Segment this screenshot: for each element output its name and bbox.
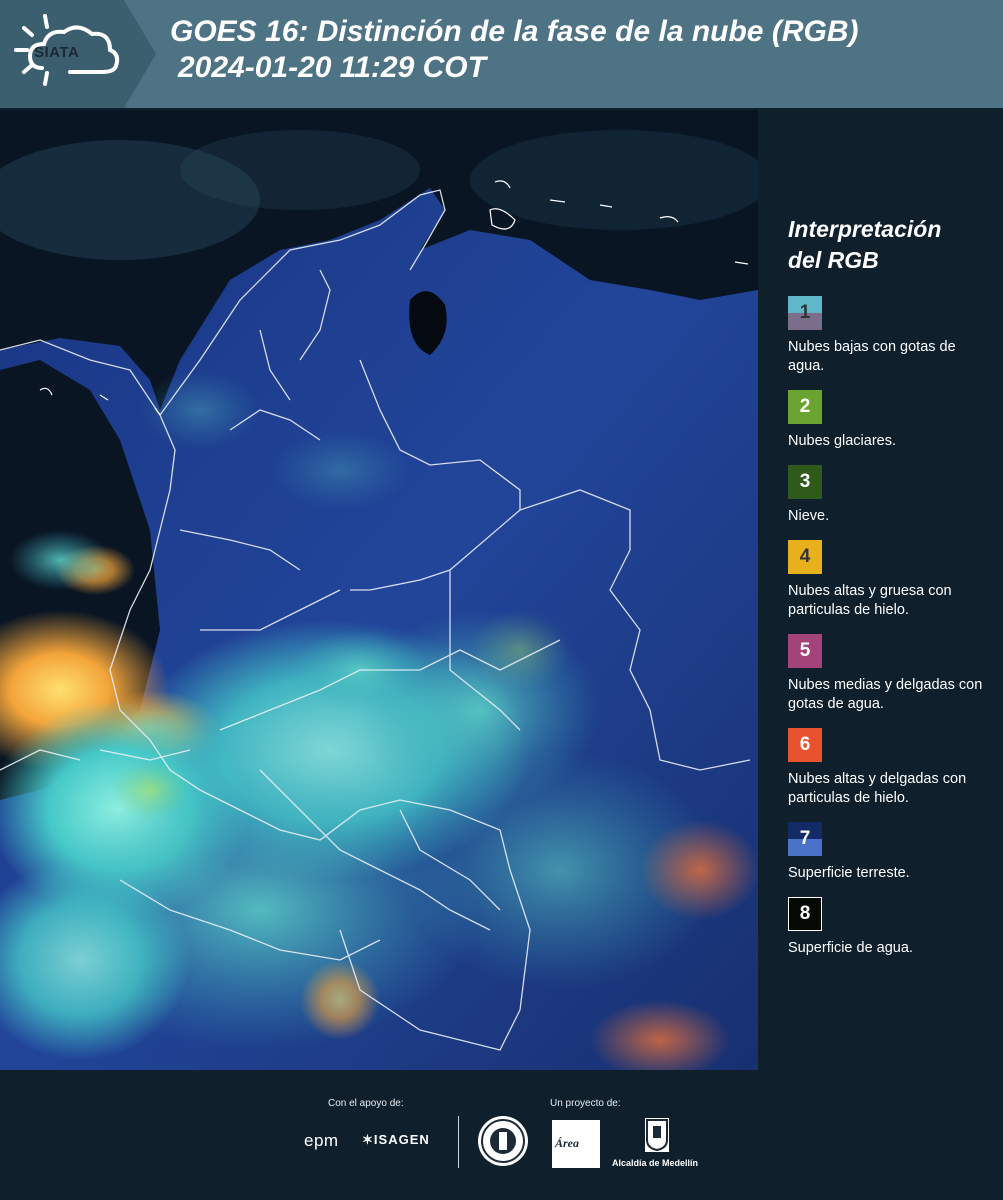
legend-swatch-3: 3 (788, 465, 822, 499)
legend-swatch-2: 2 (788, 390, 822, 424)
legend-label-8: Superficie de agua. (788, 940, 913, 956)
legend-label-6: Nubes altas y delgadas con particulas de… (788, 771, 967, 806)
siata-logo[interactable]: SIATA (0, 0, 160, 108)
legend-item-7: 7 Superficie terreste. (788, 822, 993, 883)
legend-item-3: 3 Nieve. (788, 465, 993, 526)
isagen-label: ISAGEN (373, 1132, 430, 1147)
legend-number-2: 2 (799, 396, 811, 417)
legend-number-1: 1 (799, 302, 811, 323)
legend-swatch-1: 1 (788, 296, 822, 330)
legend-item-6: 6 Nubes altas y delgadas con particulas … (788, 728, 993, 808)
legend-label-2: Nubes glaciares. (788, 433, 896, 449)
legend-panel: Interpretación del RGB 1 Nubes bajas con… (788, 214, 993, 972)
legend-label-4: Nubes altas y gruesa con particulas de h… (788, 583, 952, 618)
medellin-shield-icon[interactable] (645, 1118, 669, 1152)
medellin-label: Alcaldía de Medellín (612, 1158, 699, 1168)
title-line-2: 2024-01-20 11:29 COT (178, 51, 486, 84)
legend-number-4: 4 (799, 546, 811, 567)
legend-item-4: 4 Nubes altas y gruesa con particulas de… (788, 540, 993, 620)
isagen-star-icon: ✶ (362, 1132, 374, 1147)
legend-item-5: 5 Nubes medias y delgadas con gotas de a… (788, 634, 993, 714)
legend-swatch-5: 5 (788, 634, 822, 668)
legend-label-3: Nieve. (788, 508, 830, 524)
satellite-map[interactable] (0, 110, 758, 1070)
legend-swatch-6: 6 (788, 728, 822, 762)
legend-label-1: Nubes bajas con gotas de agua. (788, 339, 956, 374)
legend-swatch-4: 4 (788, 540, 822, 574)
support-label: Con el apoyo de: (328, 1098, 404, 1109)
footer: Con el apoyo de: Un proyecto de: epm ✶IS… (0, 1070, 1003, 1200)
epm-logo[interactable]: epm (304, 1131, 339, 1151)
title-line-1: GOES 16: Distinción de la fase de la nub… (170, 15, 859, 48)
isagen-logo[interactable]: ✶ISAGEN (362, 1132, 430, 1148)
legend-swatch-7: 7 (788, 822, 822, 856)
page-title: GOES 16: Distinción de la fase de la nub… (170, 14, 858, 86)
legend-number-6: 6 (799, 734, 811, 755)
legend-item-8: 8 Superficie de agua. (788, 897, 993, 958)
legend-title: Interpretación del RGB (788, 214, 993, 276)
project-label: Un proyecto de: (550, 1098, 621, 1109)
legend-number-3: 3 (799, 471, 811, 492)
legend-label-7: Superficie terreste. (788, 865, 910, 881)
antioquia-seal-icon[interactable] (478, 1116, 528, 1166)
legend-number-7: 7 (799, 828, 811, 849)
area-metropolitana-label: Área (555, 1136, 579, 1150)
legend-number-5: 5 (799, 640, 811, 661)
legend-item-2: 2 Nubes glaciares. (788, 390, 993, 451)
legend-item-1: 1 Nubes bajas con gotas de agua. (788, 296, 993, 376)
legend-label-5: Nubes medias y delgadas con gotas de agu… (788, 677, 983, 712)
legend-title-line-2: del RGB (788, 247, 879, 273)
legend-swatch-8: 8 (788, 897, 822, 931)
legend-number-8: 8 (799, 903, 811, 924)
header-banner: SIATA GOES 16: Distinción de la fase de … (0, 0, 1003, 108)
legend-title-line-1: Interpretación (788, 216, 942, 242)
footer-divider (458, 1116, 459, 1168)
logo-text: SIATA (34, 44, 80, 61)
